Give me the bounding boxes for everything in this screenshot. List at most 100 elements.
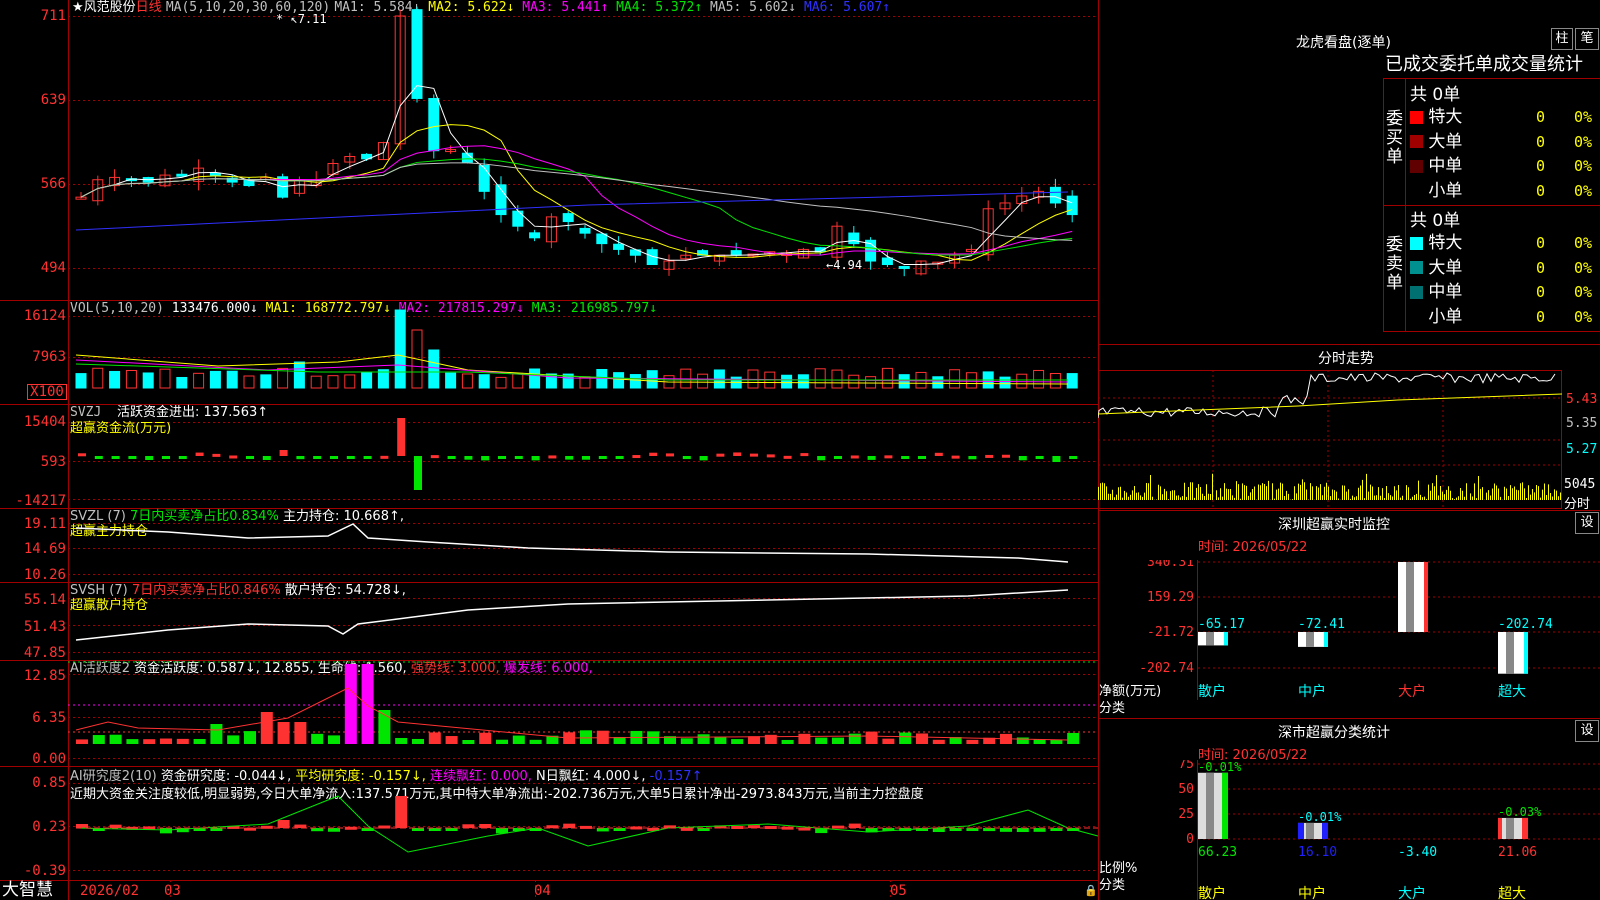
activity-bar [731,739,744,744]
bar-edge [1498,817,1502,839]
buy-total: 共 0单 [1410,85,1461,105]
research-bar [294,824,307,828]
classify-settings-button[interactable]: 设 [1575,720,1599,742]
ma120-line [75,191,1069,231]
order-percent: 0% [1574,283,1593,301]
bar-stripe [1506,817,1514,839]
activity-bar [882,738,895,744]
order-percent: 0% [1574,108,1593,126]
buy-side-label: 委买单 [1386,109,1403,167]
flow-bar [548,455,557,459]
flow-bar [968,456,977,460]
activity-bar [496,739,508,744]
order-count: 0 [1536,283,1546,301]
volume-chart[interactable] [68,300,1098,404]
bar-stripe [1206,632,1214,646]
activity-bar [932,739,945,744]
activity-bar [328,735,340,744]
candlestick-chart[interactable] [68,0,1098,300]
activity-bar [126,739,139,744]
monitor-xlabel: 分类 [1099,701,1126,716]
xaxis-label: 2026/02 [80,883,140,899]
classify-bar-chart[interactable]: 75 50 25 0 -0.01% 66.23 散户 -0.01% 16.10 中户 -3.40 大户… [1098,760,1600,900]
monitor-category: 散户 [1198,683,1226,700]
volume-bar [848,374,860,389]
pen-mode-button[interactable]: 笔 [1575,28,1599,50]
bar-edge [1222,772,1228,839]
order-row: 中单 [1410,281,1462,303]
flow-bar [514,456,523,459]
flow-bar [212,453,221,457]
candle [881,257,893,266]
activity-bar [428,732,441,744]
volume-bar [125,369,137,389]
money-flow-chart[interactable] [68,404,1098,508]
order-count: 0 [1536,258,1546,277]
flow-bar [615,456,624,459]
vol-unit-button[interactable]: X100 [27,384,67,400]
flow-bar [867,456,876,460]
ai-activity-chart[interactable] [68,660,1098,766]
volume-bar [865,376,877,389]
activity-bar [529,739,542,744]
ai1-ytick: 12.85 [23,668,66,684]
intraday-chart[interactable] [1098,370,1562,510]
retail-holding-chart[interactable] [68,582,1098,660]
volume-bar [226,370,238,389]
flow-bar [397,418,406,456]
lock-icon[interactable]: 🔒 [1084,884,1098,897]
bar-edge [1298,822,1304,839]
flow-bar [414,456,422,490]
flow-bar [716,453,725,457]
bar-stripe [1306,822,1314,839]
order-type-label: 特大 [1423,107,1463,127]
order-row: 小单 [1410,180,1462,202]
activity-bar [227,735,240,744]
flow-bar [481,456,490,461]
activity-bar [1067,732,1080,744]
activity-bar [143,739,156,744]
flow-bar [598,456,607,459]
order-row: 特大 [1410,232,1462,254]
ai-research-chart[interactable] [68,766,1098,880]
order-count: 0 [1536,108,1546,126]
flow-bar [1002,454,1010,458]
volume-bar [209,370,221,389]
volume-bar [344,374,356,389]
classify-ytick: 25 [1178,807,1194,822]
order-type-label: 中单 [1423,156,1463,176]
activity-bar [311,733,324,744]
volume-bar [445,372,457,389]
monitor-ytick: 159.29 [1147,590,1194,605]
flow-bar [498,456,506,459]
flow-bar [884,455,893,459]
flow-bar [783,455,792,459]
main-holding-chart[interactable] [68,508,1098,582]
flow-bar [901,456,910,459]
monitor-bar-chart[interactable]: 340.31 159.29 -21.72 -202.74 -65.17 散户 -72.41 中… [1098,560,1600,700]
flow-bar [330,456,338,459]
monitor-settings-button[interactable]: 设 [1575,512,1599,534]
activity-bar [193,738,206,744]
research-bar [395,796,408,828]
research-bar [160,828,172,834]
classify-top-label: -0.03% [1498,805,1542,819]
order-type-label: 特大 [1423,233,1463,253]
flow-bar [195,452,204,456]
order-type-label: 小单 [1423,306,1463,327]
research-bar [932,828,945,833]
monitor-title: 深圳超赢实时监控 [1278,517,1390,533]
research-bar [1033,828,1046,832]
ai2-ytick: 0.23 [32,819,66,835]
flow-bar [178,456,187,459]
volume-bar [1066,373,1078,389]
classify-title: 深市超赢分类统计 [1278,725,1390,741]
flow-bar [111,456,120,459]
activity-bar [412,738,424,744]
volume-bar [92,367,104,389]
flow-bar [430,455,439,459]
svzl-ytick: 19.11 [23,516,66,532]
bar-mode-button[interactable]: 柱 [1551,28,1573,50]
research-line [75,795,1098,853]
classify-value: 66.23 [1198,845,1237,860]
